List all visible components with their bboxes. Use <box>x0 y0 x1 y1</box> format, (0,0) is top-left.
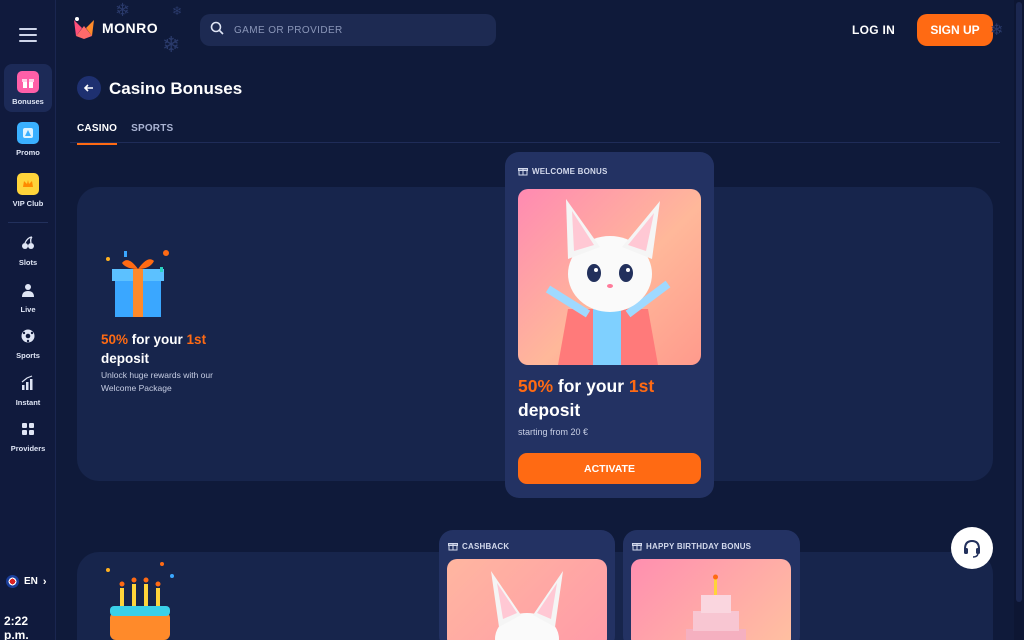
snowflake-icon: ❄ <box>115 0 131 20</box>
scroll-thumb[interactable] <box>1016 2 1022 602</box>
card-title: 50% for your 1st deposit <box>518 376 655 420</box>
headset-icon <box>964 539 980 558</box>
gift-icon <box>448 543 458 551</box>
sidebar-item-bonuses[interactable]: Bonuses <box>4 64 52 112</box>
card-tag: WELCOME BONUS <box>518 166 608 176</box>
sidebar-item-label: VIP Club <box>12 198 44 208</box>
sidebar-item-label: Bonuses <box>12 96 44 106</box>
sidebar-item-label: Sports <box>16 350 40 360</box>
card-tag: HAPPY BIRTHDAY BONUS <box>632 541 751 551</box>
clock: 2:22 p.m. <box>4 614 29 640</box>
sidebar-item-label: Live <box>20 304 36 314</box>
search-icon <box>210 21 224 40</box>
welcome-bonus-card: WELCOME BONUS 50% for your 1st deposit s… <box>505 152 714 498</box>
cashback-card: CASHBACK <box>439 530 615 640</box>
fox-cashback-image <box>447 559 607 640</box>
ball-icon <box>17 325 39 347</box>
sidebar-item-live[interactable]: Live <box>4 272 52 320</box>
dealer-icon <box>17 279 39 301</box>
scrollbar[interactable] <box>1014 0 1024 640</box>
birthday-cake-image <box>631 559 791 640</box>
search-bar[interactable] <box>200 14 496 46</box>
language-selector[interactable]: EN › <box>6 575 47 588</box>
sidebar-item-slots[interactable]: Slots <box>4 225 52 273</box>
banner-description: Unlock huge rewards with our Welcome Pac… <box>101 370 213 393</box>
sidebar-item-label: Instant <box>15 397 41 407</box>
login-button[interactable]: LOG IN <box>852 23 895 37</box>
promo-icon <box>17 121 39 144</box>
gift-icon <box>632 543 642 551</box>
grid-icon <box>17 418 39 440</box>
search-input[interactable] <box>234 24 474 36</box>
arrow-left-icon <box>83 84 93 92</box>
tabs-underline <box>70 142 1000 143</box>
sidebar-item-instant[interactable]: Instant <box>4 365 52 413</box>
snowflake-icon: ❄ <box>162 32 181 57</box>
card-subtitle: starting from 20 € <box>518 427 589 437</box>
support-chat-button[interactable] <box>951 527 993 569</box>
birthday-bonus-card: HAPPY BIRTHDAY BONUS <box>623 530 800 640</box>
fox-gift-image <box>518 189 701 365</box>
uk-flag-icon <box>6 575 19 588</box>
gift-icon <box>17 70 39 93</box>
sidebar-item-providers[interactable]: Providers <box>4 411 52 459</box>
back-button[interactable] <box>77 76 101 100</box>
signup-button[interactable]: SIGN UP <box>917 14 993 46</box>
activate-button[interactable]: ACTIVATE <box>518 453 701 484</box>
gift-box-icon <box>100 247 172 323</box>
sidebar-item-label: Providers <box>10 443 46 453</box>
snowflake-icon: ❄ <box>990 22 1004 39</box>
sidebar: Bonuses Promo VIP Club Slots Live Sports <box>0 0 56 640</box>
card-tag: CASHBACK <box>448 541 509 551</box>
sidebar-item-vip-club[interactable]: VIP Club <box>4 166 52 214</box>
sidebar-item-label: Promo <box>16 147 40 157</box>
page-title: Casino Bonuses <box>109 79 243 98</box>
gift-icon <box>518 168 528 176</box>
banner-title: 50% for your 1st deposit <box>101 332 207 366</box>
cake-icon <box>104 560 176 640</box>
chevron-right-icon: › <box>42 575 47 588</box>
sidebar-item-sports[interactable]: Sports <box>4 318 52 366</box>
language-label: EN <box>24 576 38 587</box>
menu-icon[interactable] <box>19 28 37 42</box>
fox-logo-icon <box>72 16 96 40</box>
divider <box>8 222 48 223</box>
snowflake-icon: ❄ <box>172 4 183 18</box>
brand-name: MONRO <box>102 20 159 36</box>
sidebar-item-promo[interactable]: Promo <box>4 115 52 163</box>
cherry-icon <box>17 232 39 254</box>
chart-icon <box>17 372 39 394</box>
sidebar-item-label: Slots <box>18 257 38 267</box>
crown-icon <box>17 172 39 195</box>
